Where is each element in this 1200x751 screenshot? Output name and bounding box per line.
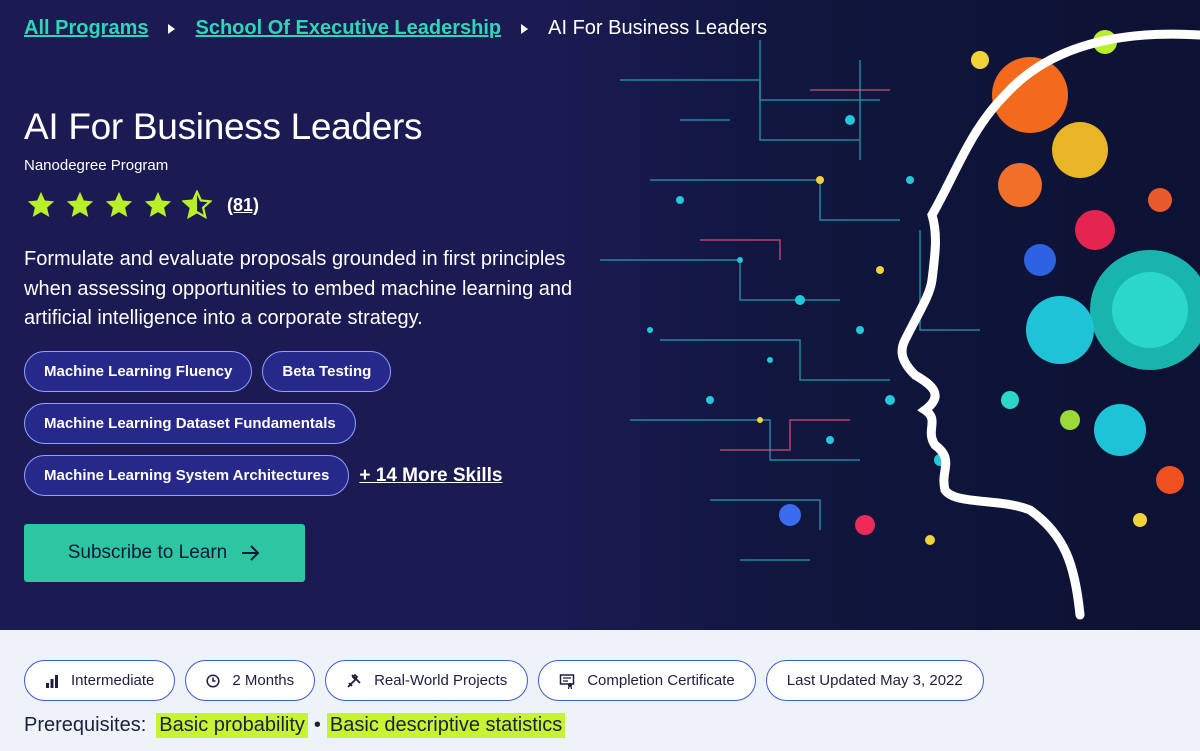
prerequisite-item: Basic descriptive statistics: [326, 713, 566, 738]
projects-chip: Real-World Projects: [325, 660, 529, 701]
level-text: Intermediate: [71, 672, 155, 689]
breadcrumb-all-programs[interactable]: All Programs: [24, 17, 148, 40]
tools-icon: [347, 673, 361, 688]
program-type: Nanodegree Program: [24, 157, 169, 174]
star-icon: [105, 191, 133, 217]
star-icon: [27, 191, 55, 217]
skills-list: Machine Learning Fluency Beta Testing Ma…: [24, 351, 584, 507]
certificate-icon: [559, 673, 575, 689]
prerequisites: Prerequisites: Basic probability • Basic…: [24, 713, 566, 738]
rating: (81): [26, 190, 259, 220]
page-title: AI For Business Leaders: [24, 106, 423, 147]
prerequisite-item: Basic probability: [156, 713, 308, 738]
level-chip: Intermediate: [24, 660, 176, 701]
ai-head-illustration: [560, 0, 1200, 630]
more-skills-link[interactable]: + 14 More Skills: [359, 465, 502, 487]
skill-pill[interactable]: Machine Learning Fluency: [24, 351, 253, 392]
arrow-right-icon: [242, 545, 260, 561]
breadcrumb: All Programs School Of Executive Leaders…: [24, 17, 767, 40]
certificate-chip: Completion Certificate: [538, 660, 756, 701]
clock-icon: [206, 673, 220, 688]
duration-text: 2 Months: [232, 672, 295, 689]
skill-pill[interactable]: Machine Learning System Architectures: [24, 455, 350, 496]
prerequisite-separator: •: [313, 714, 321, 736]
half-star-icon: [182, 190, 212, 220]
breadcrumb-separator-icon: [521, 23, 529, 34]
last-updated-text: Last Updated May 3, 2022: [786, 672, 963, 689]
rating-count-link[interactable]: (81): [227, 195, 259, 216]
prerequisites-label: Prerequisites:: [24, 714, 147, 736]
skill-pill[interactable]: Machine Learning Dataset Fundamentals: [24, 403, 356, 444]
star-icon: [144, 191, 172, 217]
skill-pill[interactable]: Beta Testing: [262, 351, 392, 392]
subscribe-button[interactable]: Subscribe to Learn: [24, 524, 305, 582]
certificate-text: Completion Certificate: [587, 672, 735, 689]
breadcrumb-current: AI For Business Leaders: [548, 17, 768, 39]
breadcrumb-separator-icon: [168, 23, 176, 34]
program-meta: Intermediate 2 Months Real-World Project…: [24, 660, 994, 701]
star-icon: [66, 191, 94, 217]
duration-chip: 2 Months: [185, 660, 316, 701]
last-updated-chip: Last Updated May 3, 2022: [765, 660, 984, 701]
hero-banner: All Programs School Of Executive Leaders…: [0, 0, 1200, 630]
subscribe-button-label: Subscribe to Learn: [67, 542, 228, 563]
breadcrumb-school[interactable]: School Of Executive Leadership: [195, 17, 501, 40]
bar-chart-icon: [46, 674, 58, 688]
program-description: Formulate and evaluate proposals grounde…: [24, 248, 573, 329]
projects-text: Real-World Projects: [374, 672, 508, 689]
